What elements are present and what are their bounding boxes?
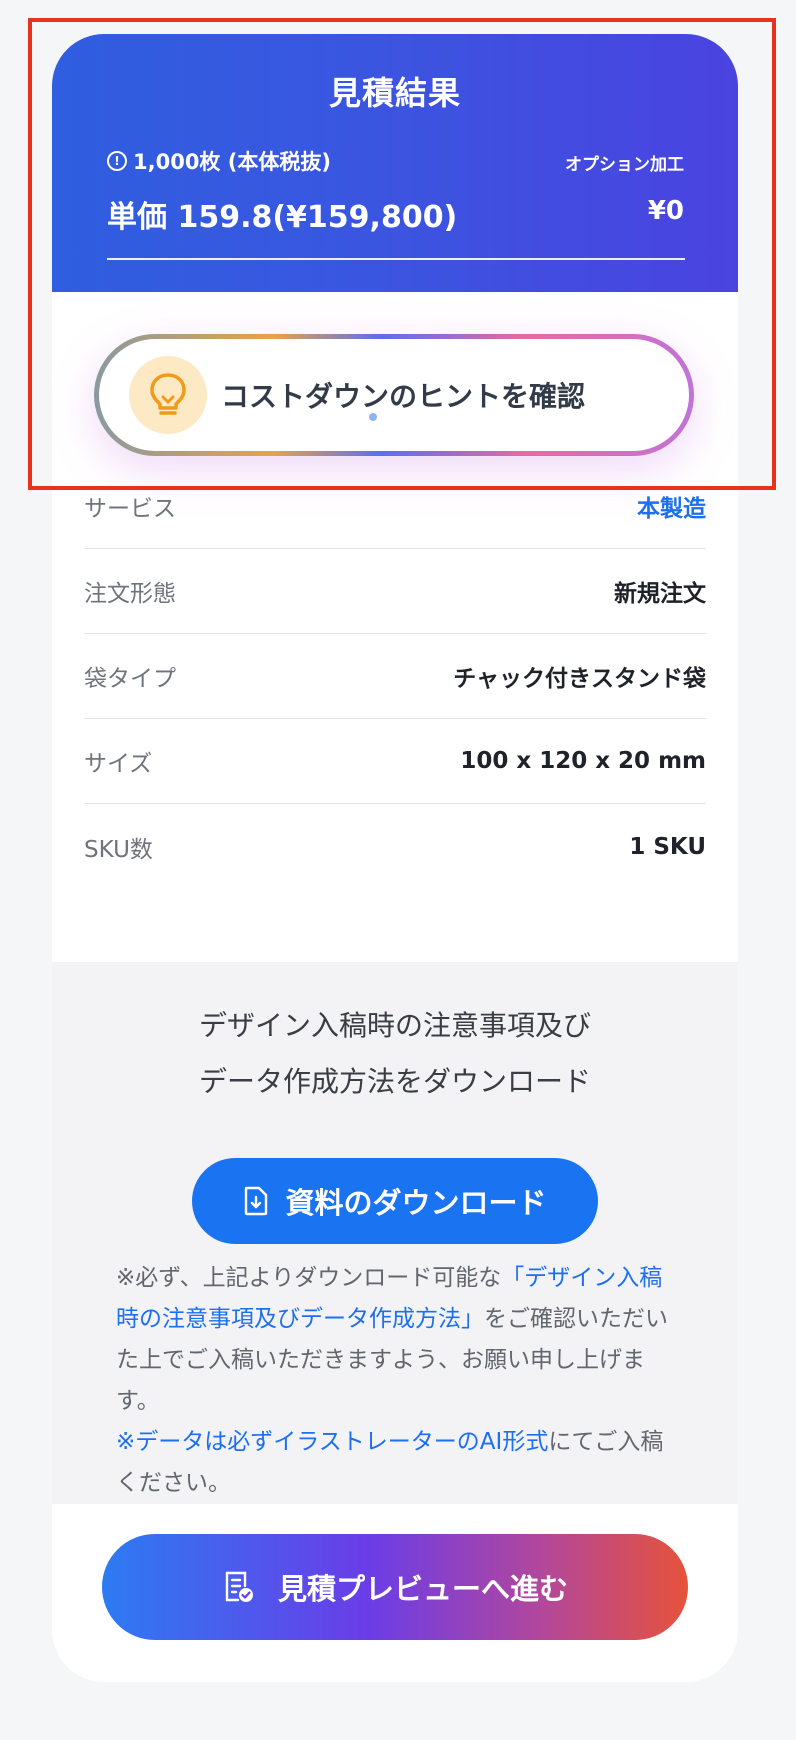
lightbulb-icon: [129, 356, 207, 434]
download-title: デザイン入稿時の注意事項及び データ作成方法をダウンロード: [52, 998, 738, 1110]
service-value-link[interactable]: 本製造: [637, 489, 706, 523]
hint-button-inner: コストダウンのヒントを確認: [99, 339, 689, 451]
page-title: 見積結果: [328, 74, 461, 112]
preview-button-label: 見積プレビューへ進む: [277, 1574, 568, 1606]
document-check-icon: [225, 1571, 253, 1602]
detail-row-size: サイズ 100 x 120 x 20 mm: [84, 719, 706, 804]
header-divider: [107, 258, 685, 260]
detail-value: 1 SKU: [629, 833, 706, 860]
detail-value: チャック付きスタンド袋: [453, 666, 706, 692]
download-section: デザイン入稿時の注意事項及び データ作成方法をダウンロード 資料のダウンロード …: [52, 962, 738, 1504]
download-title-line2: データ作成方法をダウンロード: [198, 1065, 591, 1098]
hint-label: コストダウンのヒントを確認: [221, 380, 586, 413]
download-title-line1: デザイン入稿時の注意事項及び: [198, 1009, 591, 1042]
note-prefix: ※必ず、上記よりダウンロード可能な: [116, 1265, 502, 1291]
download-notes: ※必ず、上記よりダウンロード可能な「デザイン入稿時の注意事項及びデータ作成方法」…: [116, 1258, 676, 1504]
detail-value: 100 x 120 x 20 mm: [460, 748, 706, 774]
detail-row-bag-type: 袋タイプ チャック付きスタンド袋: [84, 634, 706, 719]
detail-row-sku: SKU数 1 SKU: [84, 804, 706, 889]
unit-price: 単価 159.8(¥159,800): [107, 200, 458, 235]
detail-row-order-type: 注文形態 新規注文: [84, 549, 706, 634]
detail-label: サイズ: [84, 751, 153, 777]
hint-dot: [369, 413, 377, 421]
ai-format-note: ※データは必ずイラストレーターのAI形式: [116, 1429, 549, 1455]
detail-label: 注文形態: [84, 581, 176, 607]
download-materials-button[interactable]: 資料のダウンロード: [192, 1158, 598, 1244]
download-button-label: 資料のダウンロード: [285, 1188, 547, 1220]
estimate-header: 見積結果 ! 1,000枚 (本体税抜) オプション加工 単価 159.8(¥1…: [52, 34, 738, 292]
estimate-preview-button[interactable]: 見積プレビューへ進む: [102, 1534, 688, 1640]
cost-down-hint-button[interactable]: コストダウンのヒントを確認: [94, 334, 694, 456]
file-download-icon: [245, 1186, 268, 1216]
option-price: ¥0: [647, 196, 684, 226]
quantity-line: ! 1,000枚 (本体税抜): [107, 146, 331, 176]
detail-row-service: サービス 本製造: [84, 464, 706, 549]
info-icon[interactable]: !: [107, 151, 127, 171]
quantity-text: 1,000枚 (本体税抜): [133, 150, 331, 174]
detail-label: 袋タイプ: [84, 666, 176, 692]
estimate-card: 見積結果 ! 1,000枚 (本体税抜) オプション加工 単価 159.8(¥1…: [52, 34, 738, 1682]
detail-value: 新規注文: [614, 581, 706, 607]
option-processing-label: オプション加工: [565, 155, 684, 175]
detail-label: サービス: [84, 496, 176, 522]
detail-label: SKU数: [84, 836, 153, 863]
estimate-details: サービス 本製造 注文形態 新規注文 袋タイプ チャック付きスタンド袋 サイズ …: [84, 464, 706, 889]
